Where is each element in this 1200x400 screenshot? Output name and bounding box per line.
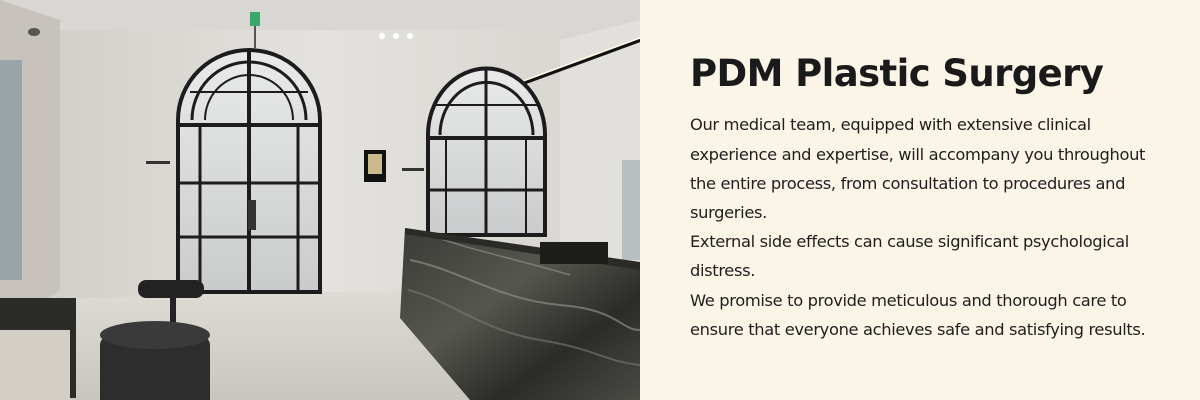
intro-paragraph: Our medical team, equipped with extensiv…: [690, 115, 1146, 222]
intro-body: Our medical team, equipped with extensiv…: [690, 110, 1170, 344]
intro-text-panel: PDM Plastic Surgery Our medical team, eq…: [640, 0, 1200, 400]
intro-paragraph: External side effects can cause signific…: [690, 232, 1129, 281]
intro-paragraph: We promise to provide meticulous and tho…: [690, 290, 1146, 339]
clinic-name-heading: PDM Plastic Surgery: [690, 52, 1104, 95]
clinic-interior-photo: [0, 0, 640, 400]
hero-banner: PDM Plastic Surgery Our medical team, eq…: [0, 0, 1200, 400]
